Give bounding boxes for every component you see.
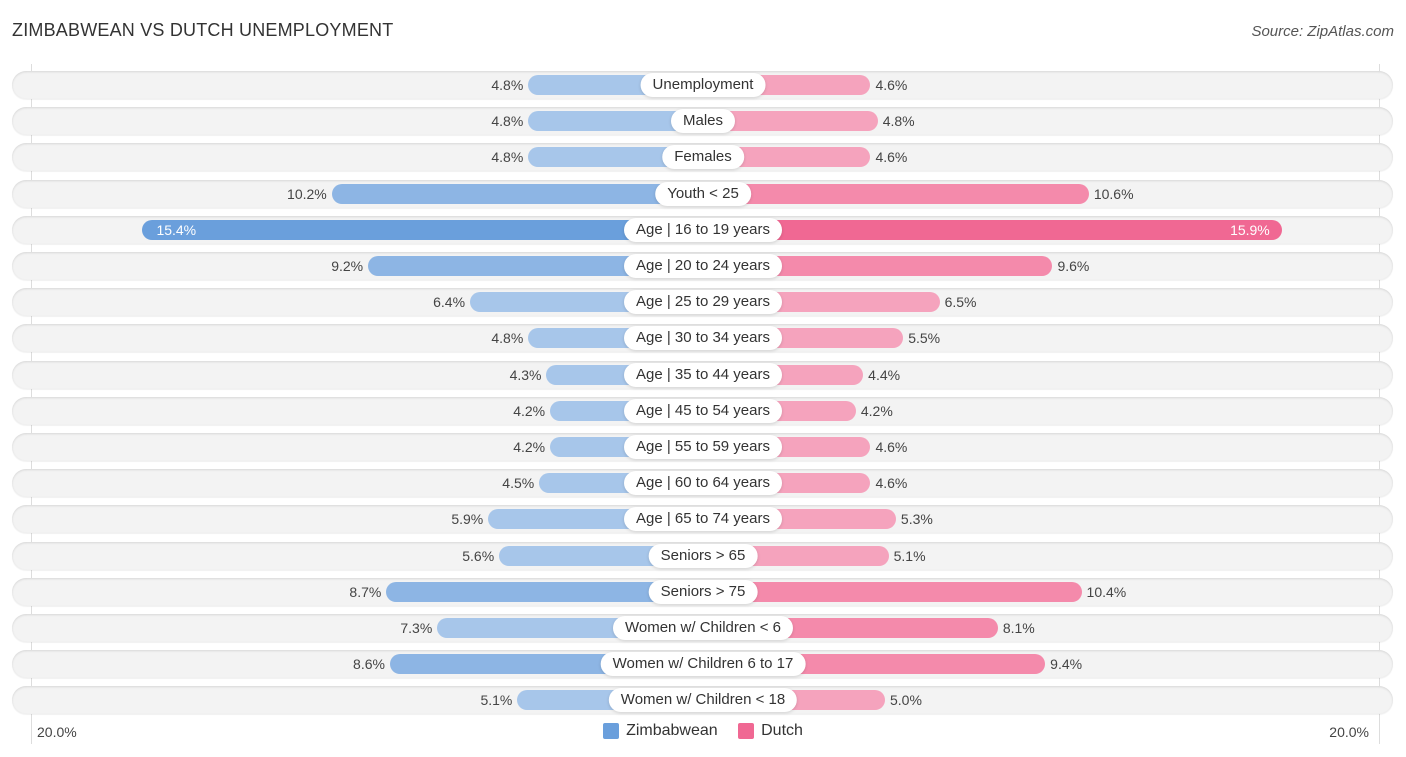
value-label-zimbabwean: 4.8% <box>491 113 524 130</box>
value-label-dutch: 5.5% <box>908 330 941 347</box>
category-label: Age | 30 to 34 years <box>624 326 782 351</box>
value-label-zimbabwean: 9.2% <box>331 258 364 274</box>
category-label: Age | 45 to 54 years <box>624 398 782 423</box>
category-label: Seniors > 65 <box>648 543 758 568</box>
bar-dutch[interactable] <box>703 219 1282 240</box>
category-label: Females <box>662 145 744 170</box>
category-label: Women w/ Children < 6 <box>612 616 794 640</box>
value-label-dutch: 4.6% <box>875 439 908 455</box>
value-label-dutch: 5.1% <box>893 547 926 564</box>
value-label-zimbabwean: 5.9% <box>451 511 484 528</box>
bar-zimbabwean[interactable] <box>142 219 703 240</box>
value-label-zimbabwean: 5.6% <box>462 547 495 564</box>
value-label-zimbabwean: 4.2% <box>513 439 546 455</box>
legend-item-dutch[interactable]: Dutch <box>738 722 803 740</box>
source-credit: Source: ZipAtlas.com <box>1251 23 1394 40</box>
legend-item-zimbabwean[interactable]: Zimbabwean <box>603 722 718 740</box>
value-label-zimbabwean: 8.7% <box>349 583 382 600</box>
value-label-zimbabwean: 8.6% <box>353 656 385 673</box>
value-label-dutch: 6.5% <box>944 294 977 311</box>
value-label-dutch: 8.1% <box>1002 620 1035 636</box>
value-label-zimbabwean: 6.4% <box>433 294 466 311</box>
value-label-zimbabwean: 10.2% <box>287 185 327 202</box>
value-label-zimbabwean: 7.3% <box>400 620 433 636</box>
category-label: Age | 65 to 74 years <box>624 507 782 532</box>
value-label-dutch: 4.4% <box>868 366 901 383</box>
value-label-zimbabwean: 4.8% <box>491 77 524 93</box>
legend-swatch-dutch <box>738 723 755 739</box>
value-label-zimbabwean: 4.5% <box>502 475 535 492</box>
value-label-zimbabwean: 4.3% <box>509 366 542 383</box>
value-label-dutch: 4.2% <box>860 402 893 419</box>
value-label-zimbabwean: 5.1% <box>480 692 513 709</box>
value-label-dutch: 4.6% <box>875 77 908 93</box>
category-label: Age | 35 to 44 years <box>624 362 782 387</box>
legend-label: Zimbabwean <box>626 722 718 739</box>
value-label-dutch: 4.6% <box>875 475 908 492</box>
category-label: Women w/ Children < 18 <box>608 688 798 713</box>
category-label: Age | 20 to 24 years <box>624 254 782 278</box>
value-label-dutch: 9.6% <box>1057 258 1090 274</box>
value-label-dutch: 4.6% <box>875 149 908 166</box>
value-label-zimbabwean: 4.8% <box>491 149 524 166</box>
bar-dutch[interactable] <box>703 183 1089 204</box>
category-label: Unemployment <box>640 73 766 97</box>
category-label: Seniors > 75 <box>648 579 758 604</box>
category-label: Women w/ Children 6 to 17 <box>600 652 806 677</box>
category-label: Age | 60 to 64 years <box>624 471 782 496</box>
value-label-dutch: 10.6% <box>1093 185 1134 202</box>
category-label: Males <box>670 109 736 134</box>
value-label-dutch: 9.4% <box>1050 656 1083 673</box>
category-label: Age | 25 to 29 years <box>624 290 782 315</box>
legend-swatch-zimbabwean <box>603 723 620 739</box>
value-label-zimbabwean: 4.8% <box>491 330 524 347</box>
category-label: Age | 16 to 19 years <box>624 217 782 242</box>
bar-zimbabwean[interactable] <box>331 183 703 204</box>
value-label-dutch: 5.3% <box>900 511 933 528</box>
category-label: Age | 55 to 59 years <box>624 435 782 459</box>
legend-label: Dutch <box>761 722 803 739</box>
bar-dutch[interactable] <box>703 581 1082 602</box>
value-label-zimbabwean: 15.4% <box>156 221 197 238</box>
legend: Zimbabwean Dutch <box>0 722 1406 744</box>
value-label-zimbabwean: 4.2% <box>513 402 546 419</box>
category-label: Youth < 25 <box>655 181 751 206</box>
value-label-dutch: 10.4% <box>1086 583 1127 600</box>
value-label-dutch: 4.8% <box>882 113 915 130</box>
value-label-dutch: 15.9% <box>1230 221 1270 238</box>
value-label-dutch: 5.0% <box>890 692 922 709</box>
chart-title: ZIMBABWEAN VS DUTCH UNEMPLOYMENT <box>12 20 394 40</box>
